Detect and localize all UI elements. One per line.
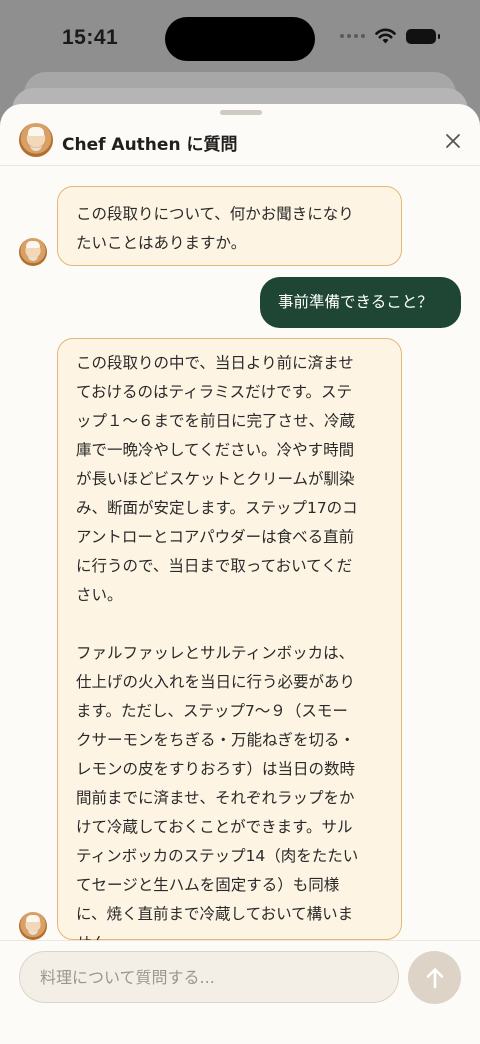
message-line: レモンの皮をすりおろす）は当日の数時 bbox=[76, 760, 356, 778]
status-bar: 15:41 bbox=[0, 0, 480, 80]
chef-avatar-icon bbox=[19, 238, 47, 266]
message-line: ティンボッカのステップ14（肉をたたい bbox=[76, 847, 359, 865]
message-line: ップ１〜６までを前日に完了させ、冷蔵 bbox=[76, 412, 356, 430]
close-icon bbox=[446, 134, 460, 148]
chat-sheet: Chef Authen に質問 この段取りについて、何かお聞きになり たいことは… bbox=[0, 104, 480, 1044]
message-line: クサーモンをちぎる・万能ねぎを切る・ bbox=[76, 731, 356, 749]
input-bar bbox=[0, 940, 480, 1044]
message-line: に行うので、当日まで取っておいてくだ bbox=[76, 557, 353, 575]
message-line: み、断面が安定します。ステップ17のコ bbox=[76, 499, 358, 517]
message-line: に、焼く直前まで冷蔵しておいて構いま bbox=[76, 905, 354, 923]
message-line: この段取りの中で、当日より前に済ませ bbox=[76, 354, 354, 372]
message-line: ます。ただし、ステップ7〜９（スモー bbox=[76, 702, 348, 720]
close-button[interactable] bbox=[440, 128, 466, 154]
assistant-avatar bbox=[19, 238, 47, 266]
chef-avatar-icon bbox=[19, 123, 53, 157]
status-time: 15:41 bbox=[62, 26, 119, 49]
assistant-message: この段取りの中で、当日より前に済ませ ておけるのはティラミスだけです。ステ ップ… bbox=[57, 338, 402, 952]
chef-avatar bbox=[19, 123, 53, 157]
message-line: 庫で一晩冷やしてください。冷やす時間 bbox=[76, 441, 355, 459]
user-message: 事前準備できること？ bbox=[260, 277, 461, 328]
message-line: 仕上げの火入れを当日に行う必要があり bbox=[76, 673, 356, 691]
message-line: アントローとコアパウダーは食べる直前 bbox=[76, 528, 355, 546]
status-icons bbox=[340, 28, 440, 44]
message-line: てセージと生ハムを固定する）も同様 bbox=[76, 876, 340, 894]
message-line: けて冷蔵しておくことができます。サル bbox=[76, 818, 353, 836]
assistant-message: この段取りについて、何かお聞きになり たいことはありますか。 bbox=[57, 186, 402, 266]
message-line: ておけるのはティラミスだけです。ステ bbox=[76, 383, 353, 401]
message-line: ファルファッレとサルティンボッカは、 bbox=[76, 644, 355, 662]
message-line: 間前までに済ませ、それぞれラップをか bbox=[76, 789, 355, 807]
dynamic-island bbox=[165, 17, 315, 61]
message-line: この段取りについて、何かお聞きになり bbox=[76, 205, 354, 223]
sheet-grabber[interactable] bbox=[220, 110, 262, 115]
assistant-avatar bbox=[19, 912, 47, 940]
send-button[interactable] bbox=[408, 951, 461, 1004]
battery-icon bbox=[406, 28, 440, 44]
wifi-icon bbox=[375, 28, 396, 44]
chef-avatar-icon bbox=[19, 912, 47, 940]
question-input[interactable] bbox=[19, 951, 399, 1003]
message-line: 事前準備できること？ bbox=[278, 293, 433, 311]
sheet-title: Chef Authen に質問 bbox=[62, 135, 238, 155]
sheet-header: Chef Authen に質問 bbox=[0, 120, 480, 166]
message-line: さい。 bbox=[76, 586, 123, 604]
arrow-up-icon bbox=[426, 967, 443, 988]
cellular-signal-icon bbox=[340, 34, 365, 38]
message-line: が長いほどビスケットとクリームが馴染 bbox=[76, 470, 355, 488]
message-line: たいことはありますか。 bbox=[76, 234, 247, 252]
